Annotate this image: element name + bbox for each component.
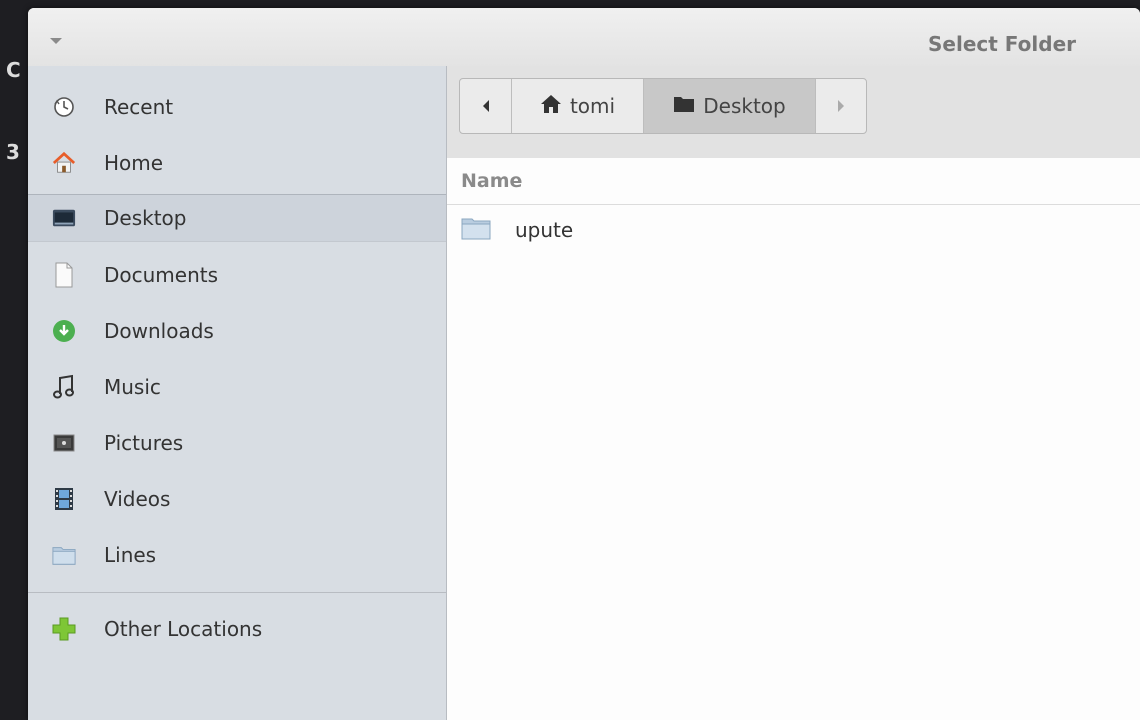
desktop-icon xyxy=(52,206,76,230)
home-icon xyxy=(540,94,562,119)
location-header: tomi Desktop xyxy=(447,66,1140,158)
sidebar-item-home[interactable]: Home xyxy=(28,140,446,186)
file-name: upute xyxy=(515,218,574,242)
path-bar: tomi Desktop xyxy=(459,78,867,134)
path-segment-label: Desktop xyxy=(703,94,786,118)
chevron-left-icon xyxy=(481,94,491,118)
sidebar-item-label: Recent xyxy=(104,95,174,119)
background-letter: C xyxy=(6,58,21,82)
videos-icon xyxy=(52,487,76,511)
path-back-button[interactable] xyxy=(460,79,512,133)
folder-icon xyxy=(461,216,491,244)
plus-icon xyxy=(52,617,76,641)
column-header-label: Name xyxy=(461,170,523,192)
titlebar: Select Folder xyxy=(28,8,1140,66)
path-segment-tomi[interactable]: tomi xyxy=(512,79,644,133)
sidebar-item-music[interactable]: Music xyxy=(28,364,446,410)
chevron-right-icon xyxy=(836,94,846,118)
folder-icon xyxy=(52,543,76,567)
path-forward-button[interactable] xyxy=(816,79,866,133)
sidebar-item-label: Desktop xyxy=(104,206,187,230)
sidebar-separator xyxy=(28,592,446,593)
file-chooser-main: tomi Desktop Name upute xyxy=(447,66,1140,720)
document-icon xyxy=(52,262,76,288)
path-segment-label: tomi xyxy=(569,94,616,118)
sidebar-item-label: Lines xyxy=(104,543,157,567)
sidebar-item-label: Videos xyxy=(104,487,171,511)
sidebar-item-label: Other Locations xyxy=(104,617,263,641)
sidebar-item-desktop[interactable]: Desktop xyxy=(28,194,446,242)
sidebar-item-downloads[interactable]: Downloads xyxy=(28,308,446,354)
sidebar-item-label: Home xyxy=(104,151,164,175)
select-folder-dialog: Select Folder Recent Home Desktop Docume… xyxy=(28,8,1140,720)
sidebar-item-videos[interactable]: Videos xyxy=(28,476,446,522)
places-sidebar: Recent Home Desktop Documents Downloads … xyxy=(28,66,447,720)
sidebar-item-lines[interactable]: Lines xyxy=(28,532,446,578)
clock-icon xyxy=(52,95,76,119)
sidebar-item-recent[interactable]: Recent xyxy=(28,84,446,130)
sidebar-item-label: Music xyxy=(104,375,161,399)
pictures-icon xyxy=(52,431,76,455)
sidebar-item-pictures[interactable]: Pictures xyxy=(28,420,446,466)
music-note-icon xyxy=(52,374,76,399)
download-icon xyxy=(52,319,76,343)
sidebar-item-label: Documents xyxy=(104,263,219,287)
sidebar-item-label: Pictures xyxy=(104,431,184,455)
sidebar-item-label: Downloads xyxy=(104,319,214,343)
path-segment-desktop[interactable]: Desktop xyxy=(644,79,816,133)
sidebar-item-documents[interactable]: Documents xyxy=(28,252,446,298)
background-letter: 3 xyxy=(6,140,20,164)
window-title: Select Folder xyxy=(928,32,1076,56)
window-menu-icon[interactable] xyxy=(50,38,62,44)
folder-icon xyxy=(673,94,695,118)
column-header-name[interactable]: Name xyxy=(447,158,1140,205)
home-icon xyxy=(52,151,76,175)
sidebar-item-other-locations[interactable]: Other Locations xyxy=(28,606,446,652)
list-item[interactable]: upute xyxy=(447,206,1140,252)
